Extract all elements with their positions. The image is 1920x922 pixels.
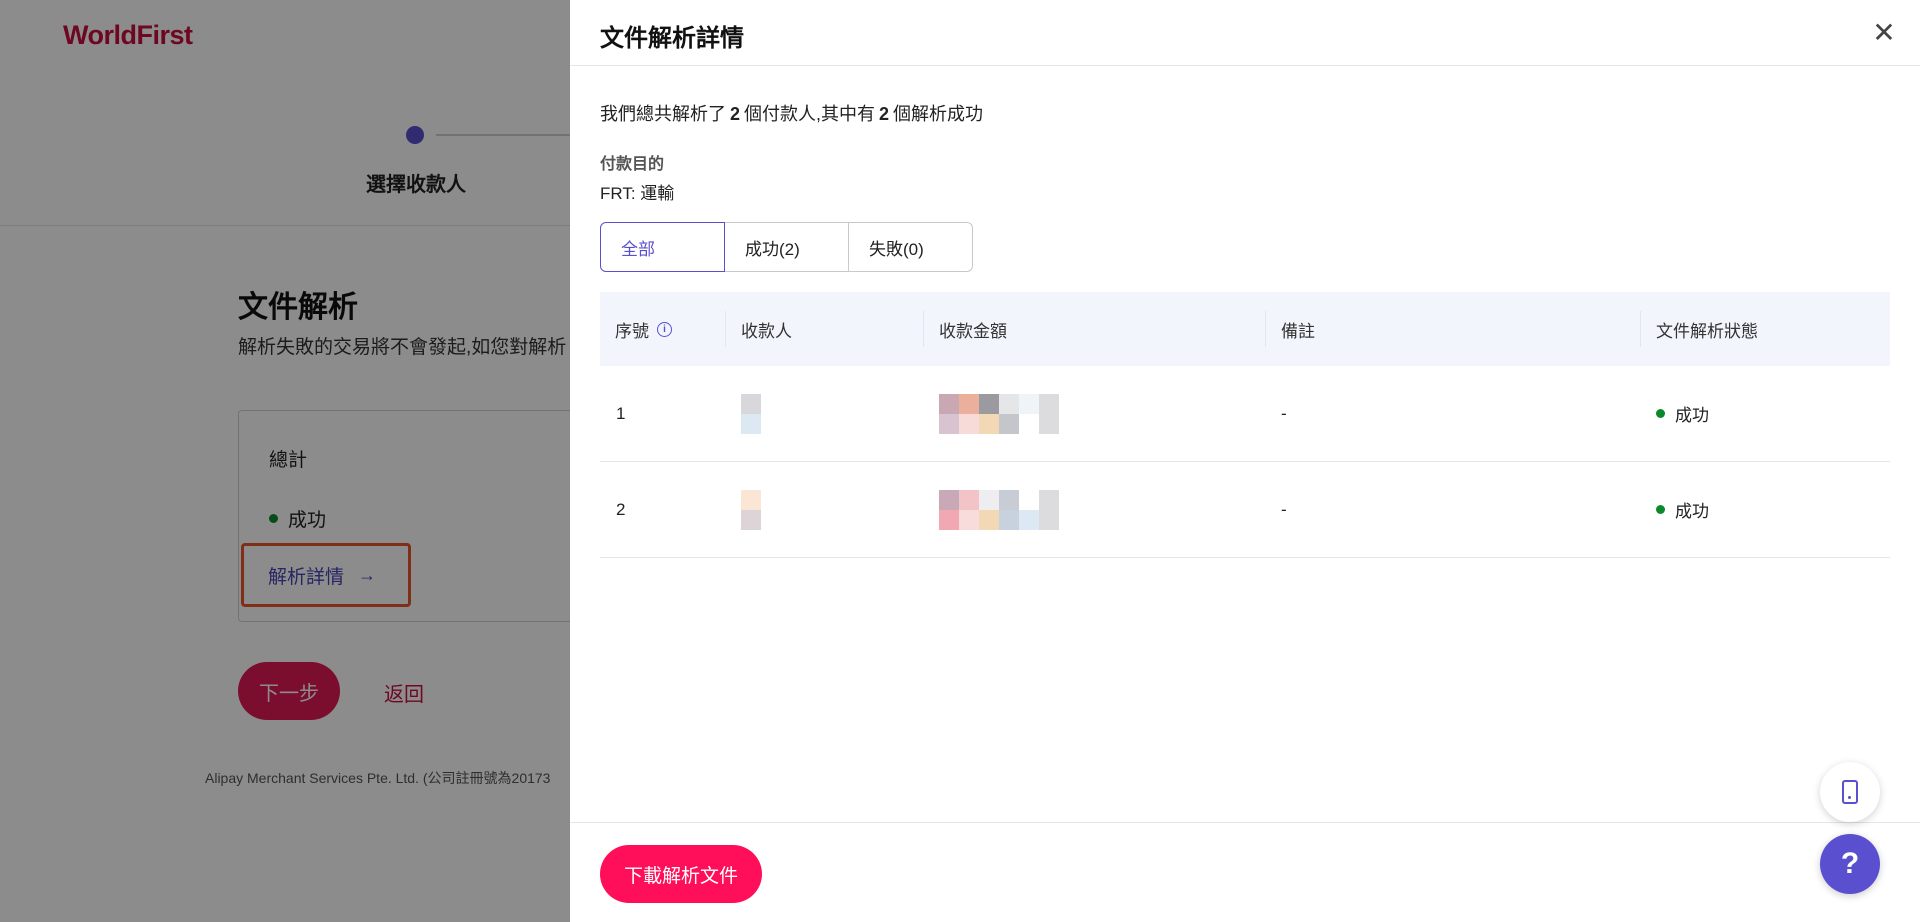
table-row: 2 - 成功	[600, 462, 1890, 558]
column-header-no: 序號 i	[600, 311, 725, 347]
row-status: 成功	[1640, 497, 1890, 522]
payment-purpose-value: FRT: 運輸	[600, 184, 675, 203]
parse-details-drawer: 文件解析詳情 ✕ 我們總共解析了 2 個付款人,其中有 2 個解析成功 付款目的 FRT…	[570, 0, 1920, 922]
amount-redacted	[923, 489, 1265, 530]
help-icon[interactable]: ?	[1820, 834, 1880, 894]
amount-redacted	[923, 393, 1265, 434]
summary-success-count: 2	[879, 104, 890, 124]
success-dot-icon	[1656, 505, 1665, 514]
drawer-footer: 下載解析文件	[570, 822, 1920, 922]
column-header-no-label: 序號	[615, 321, 649, 341]
filter-success[interactable]: 成功(2)	[724, 222, 849, 272]
payment-purpose-label: 付款目的	[600, 156, 665, 173]
row-number: 1	[616, 403, 626, 423]
table-header: 序號 i 收款人 收款金額 備註 文件解析狀態	[600, 292, 1890, 366]
table-row: 1 - 成功	[600, 366, 1890, 462]
payee-redacted	[725, 489, 923, 530]
row-number: 2	[616, 499, 626, 519]
download-parse-file-button[interactable]: 下載解析文件	[600, 845, 762, 903]
close-icon[interactable]: ✕	[1866, 14, 1902, 50]
parse-summary: 我們總共解析了 2 個付款人,其中有 2 個解析成功	[600, 100, 983, 126]
column-header-payee: 收款人	[725, 311, 923, 347]
summary-total-count: 2	[730, 104, 741, 124]
redacted-block	[741, 393, 923, 434]
phone-icon[interactable]	[1820, 762, 1880, 822]
column-header-status: 文件解析狀態	[1640, 311, 1890, 347]
status-filter: 全部 成功(2) 失敗(0)	[600, 222, 973, 272]
row-status: 成功	[1640, 401, 1890, 426]
filter-failed[interactable]: 失敗(0)	[848, 222, 973, 272]
column-header-note: 備註	[1265, 311, 1640, 347]
success-dot-icon	[1656, 409, 1665, 418]
column-header-amount: 收款金額	[923, 311, 1265, 347]
row-status-label: 成功	[1675, 502, 1709, 521]
drawer-title: 文件解析詳情	[600, 25, 744, 52]
drawer-header: 文件解析詳情 ✕	[570, 0, 1920, 66]
row-note: -	[1281, 403, 1287, 423]
redacted-block	[939, 489, 1265, 530]
summary-suffix: 個解析成功	[893, 104, 984, 124]
summary-prefix: 我們總共解析了	[600, 104, 726, 124]
info-icon[interactable]: i	[657, 321, 672, 337]
phone-shape	[1842, 780, 1858, 804]
summary-middle: 個付款人,其中有	[744, 104, 876, 124]
filter-all[interactable]: 全部	[600, 222, 725, 272]
parse-results-table: 序號 i 收款人 收款金額 備註 文件解析狀態 1 - 成功 2 - 成功	[600, 292, 1890, 558]
payee-redacted	[725, 393, 923, 434]
row-note: -	[1281, 499, 1287, 519]
redacted-block	[939, 393, 1265, 434]
redacted-block	[741, 489, 923, 530]
row-status-label: 成功	[1675, 406, 1709, 425]
